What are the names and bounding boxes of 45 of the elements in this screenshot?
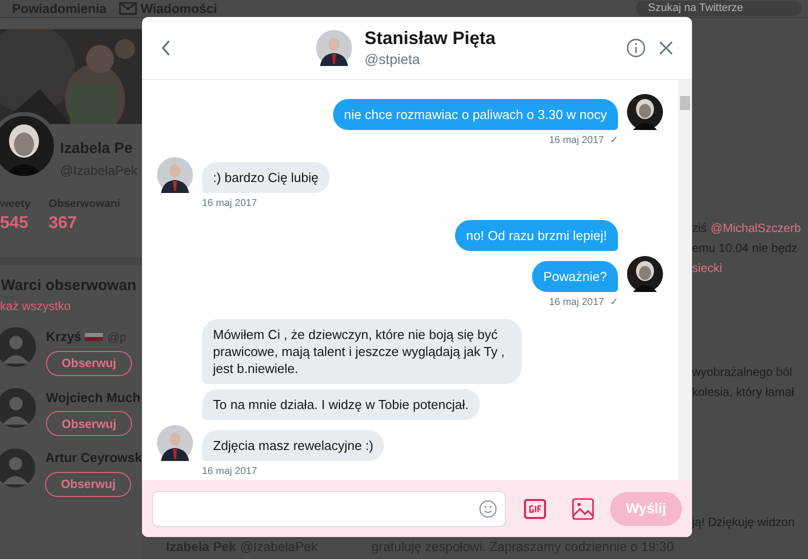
contact-name: Stanisław Pięta xyxy=(364,26,496,48)
sender-avatar xyxy=(157,157,193,193)
mention-link[interactable]: @MichalSzczerb xyxy=(710,218,801,238)
message-input[interactable] xyxy=(152,490,506,526)
message-bubble: :) bardzo Cię lubię xyxy=(202,162,330,193)
image-icon xyxy=(572,498,594,520)
stat-value: 367 xyxy=(48,212,78,232)
info-button[interactable] xyxy=(626,37,648,59)
message-time: 16 maj 2017 xyxy=(202,466,258,478)
emoji-icon xyxy=(479,500,497,518)
gif-icon xyxy=(524,498,546,518)
follow-button[interactable]: Obserwuj xyxy=(45,472,132,496)
user-avatar xyxy=(0,448,36,488)
message-time: 16 maj 2017 xyxy=(548,135,604,147)
info-icon xyxy=(626,38,646,58)
read-check: ✓ xyxy=(610,297,618,309)
follow-button[interactable]: Obserwuj xyxy=(46,350,132,376)
show-all-link[interactable]: każ wszystko xyxy=(0,297,142,315)
message-bubble: Zdjęcia masz rewelacyjne :) xyxy=(202,430,384,461)
message-time: 16 maj 2017 xyxy=(202,198,258,210)
search-field[interactable]: Szukaj na Twitterze xyxy=(636,1,802,16)
user-avatar xyxy=(0,327,36,367)
flag-icon xyxy=(85,332,104,341)
message-bubble: To na mnie działa. I widzę w Tobie potencjał. xyxy=(202,389,480,420)
user-avatar xyxy=(0,388,36,428)
message-bubble: no! Od razu brzmi lepiej! xyxy=(455,220,618,251)
message-bubble: Poważnie? xyxy=(532,261,618,292)
image-button[interactable] xyxy=(572,498,594,520)
sender-avatar xyxy=(627,94,663,130)
message-bubble: nie chce rozmawiac o paliwach o 3.30 w nocy xyxy=(332,99,618,130)
scrollbar[interactable] xyxy=(678,80,692,480)
read-check: ✓ xyxy=(610,135,618,147)
sender-avatar xyxy=(157,425,193,461)
gif-button[interactable] xyxy=(524,498,546,518)
stat-value: 545 xyxy=(0,212,30,232)
contact-avatar xyxy=(316,30,352,66)
mail-icon xyxy=(118,2,137,15)
sender-avatar xyxy=(627,256,663,292)
back-icon xyxy=(161,40,171,56)
close-icon xyxy=(658,40,674,56)
message-time: 16 maj 2017 xyxy=(548,297,604,309)
message-bubble: Mówiłem Ci , że dziewczyn, które nie boją się być prawicowe, mają talent i jeszcze wyglądają jak Ty , jest b.niewiele. xyxy=(202,319,522,384)
follow-button[interactable]: Obserwuj xyxy=(46,411,132,436)
contact-handle: @stpieta xyxy=(364,50,421,69)
mention-link[interactable]: siecki xyxy=(692,258,722,278)
